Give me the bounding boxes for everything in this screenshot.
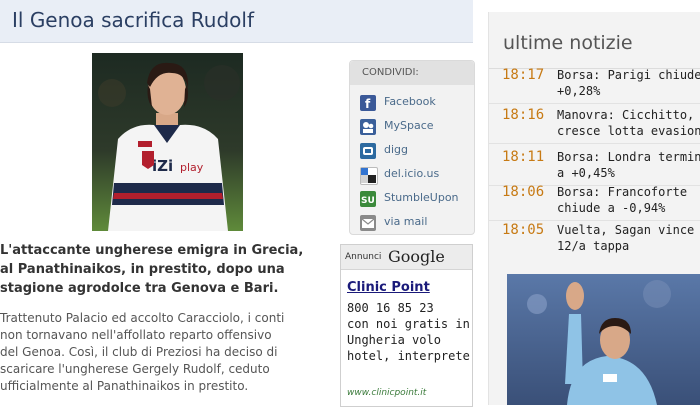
- news-time: 18:17: [502, 67, 545, 83]
- lead-line: L'attaccante ungherese emigra in Grecia,: [0, 243, 304, 258]
- article-header: Il Genoa sacrifica Rudolf: [0, 0, 473, 43]
- news-time: 18:11: [502, 149, 545, 165]
- body-line: del Genoa. Così, il club di Preziosi ha …: [0, 345, 278, 359]
- share-myspace-link[interactable]: MySpace: [360, 117, 472, 135]
- ad-label: Annunci: [345, 252, 382, 262]
- mail-icon: [360, 215, 376, 231]
- news-headline: Borsa: Londra termina a +0,45%: [557, 149, 700, 181]
- share-stumbleupon-label: StumbleUpon: [384, 191, 459, 204]
- news-headline-line: Borsa: Francoforte: [557, 185, 688, 199]
- lead-line: al Panathinaikos, in prestito, dopo una: [0, 262, 285, 277]
- ad-line: 800 16 85 23: [347, 301, 434, 315]
- lead-line: stagione agrodolce tra Genova e Bari.: [0, 281, 279, 296]
- share-mail-link[interactable]: via mail: [360, 213, 472, 231]
- share-myspace-label: MySpace: [384, 119, 434, 132]
- latest-news-title: ultime notizie: [503, 32, 633, 54]
- share-stumbleupon-link[interactable]: SU StumbleUpon: [360, 189, 472, 207]
- svg-text:f: f: [365, 97, 371, 111]
- news-headline-line: Vuelta, Sagan vince la: [557, 223, 700, 237]
- share-box: CONDIVIDI: f Facebook MySpace digg del.i…: [349, 60, 475, 235]
- news-headline-line: chiude a -0,94%: [557, 201, 666, 215]
- body-line: ufficialmente al Panathinaikos in presti…: [0, 379, 249, 393]
- facebook-icon: f: [360, 95, 376, 111]
- news-headline: Vuelta, Sagan vince la 12/a tappa: [557, 222, 700, 254]
- news-divider: [489, 220, 700, 221]
- ad-header: Annunci Google: [341, 245, 472, 270]
- news-headline-line: Borsa: Londra termina: [557, 150, 700, 164]
- share-delicious-link[interactable]: del.icio.us: [360, 165, 472, 185]
- news-divider: [489, 103, 700, 104]
- share-digg-link[interactable]: digg: [360, 141, 472, 159]
- share-facebook-link[interactable]: f Facebook: [360, 93, 472, 111]
- news-headline-line: cresce lotta evasione: [557, 124, 700, 138]
- news-time: 18:06: [502, 184, 545, 200]
- share-digg-label: digg: [384, 143, 409, 156]
- article-photo: iZi play: [92, 53, 243, 231]
- article-body: Trattenuto Palacio ed accolto Caracciolo…: [0, 310, 332, 395]
- delicious-icon: [360, 167, 378, 185]
- myspace-icon: [360, 119, 376, 135]
- news-headline: Borsa: Parigi chiude a +0,28%: [557, 67, 700, 99]
- news-headline-line: a +0,45%: [557, 166, 615, 180]
- stumbleupon-icon: SU: [360, 191, 376, 207]
- news-divider: [489, 143, 700, 144]
- body-line: non tornavano nell'affollato reparto off…: [0, 328, 272, 342]
- share-header: CONDIVIDI:: [350, 61, 474, 85]
- news-photo[interactable]: [507, 274, 700, 405]
- news-time: 18:16: [502, 107, 545, 123]
- share-heading: CONDIVIDI:: [362, 67, 419, 78]
- ad-line: con noi gratis in: [347, 317, 470, 331]
- ad-title-link[interactable]: Clinic Point: [347, 280, 430, 295]
- news-headline-line: +0,28%: [557, 84, 601, 98]
- ad-url-link[interactable]: www.clinicpoint.it: [347, 388, 426, 398]
- news-headline-line: Manovra: Cicchitto,: [557, 108, 695, 122]
- ad-text: 800 16 85 23 con noi gratis in Ungheria …: [347, 300, 472, 364]
- svg-text:iZi: iZi: [152, 157, 173, 175]
- news-headline: Borsa: Francoforte chiude a -0,94%: [557, 184, 700, 216]
- share-delicious-label: del.icio.us: [384, 167, 440, 180]
- share-mail-label: via mail: [384, 215, 428, 228]
- svg-text:SU: SU: [361, 196, 375, 206]
- google-ad: Annunci Google Clinic Point 800 16 85 23…: [340, 244, 473, 407]
- google-logo: Google: [388, 247, 445, 266]
- ad-line: hotel, interprete: [347, 349, 470, 363]
- news-headline: Manovra: Cicchitto, cresce lotta evasion…: [557, 107, 700, 139]
- svg-text:play: play: [180, 161, 204, 174]
- player-photo-image: iZi play: [92, 53, 243, 231]
- news-time: 18:05: [502, 222, 545, 238]
- news-headline-line: Borsa: Parigi chiude a: [557, 68, 700, 82]
- body-line: Trattenuto Palacio ed accolto Caracciolo…: [0, 311, 285, 325]
- article-title: Il Genoa sacrifica Rudolf: [12, 8, 255, 32]
- celebrating-player-image: [507, 274, 700, 405]
- ad-line: Ungheria volo: [347, 333, 441, 347]
- news-headline-line: 12/a tappa: [557, 239, 630, 253]
- digg-icon: [360, 143, 376, 159]
- share-facebook-label: Facebook: [384, 95, 436, 108]
- article-lead: L'attaccante ungherese emigra in Grecia,…: [0, 241, 332, 298]
- body-line: scaricare l'ungherese Gergely Rudolf, ce…: [0, 362, 270, 376]
